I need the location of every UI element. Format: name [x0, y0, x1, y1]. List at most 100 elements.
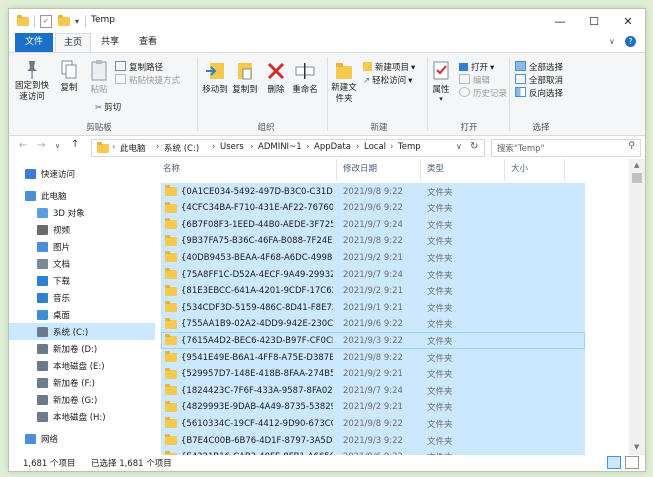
new-folder-quick-icon[interactable] [58, 14, 70, 26]
divider [85, 15, 87, 27]
properties-button[interactable]: 属性 ▾ [429, 59, 453, 103]
table-row[interactable]: {40DB9453-BEAA-4F68-A6DC-499889... 2021/9… [161, 249, 585, 267]
open-button[interactable]: 打开 ▾ [459, 61, 494, 73]
tab-share[interactable]: 共享 [93, 33, 127, 53]
copy-button[interactable]: 复制 [57, 59, 81, 93]
forward-arrow-icon[interactable]: → [37, 140, 45, 151]
sidebar-item[interactable]: 下载 [9, 272, 155, 289]
table-row[interactable]: {6B7F08F3-1EED-44B0-AEDE-3F72589... 2021/… [161, 216, 585, 234]
sidebar-item[interactable]: 音乐 [9, 289, 155, 306]
file-name: {B7E4C00B-6B76-4D1F-8797-3A5D10... [181, 435, 333, 446]
sidebar-item[interactable]: 3D 对象 [9, 204, 155, 221]
rename-button[interactable]: 重命名 [291, 59, 319, 95]
table-row[interactable]: {81E3EBCC-641A-4201-9CDF-17C62B... 2021/9… [161, 282, 585, 300]
table-row[interactable]: {9B37FA75-B36C-46FA-B088-7F24E3B... 2021/… [161, 232, 585, 250]
table-row[interactable]: {75A8FF1C-D52A-4ECF-9A49-299328... 2021/9… [161, 266, 585, 283]
sidebar-item[interactable]: 此电脑 [9, 187, 155, 204]
table-row[interactable]: {755AA1B9-02A2-4DD9-942E-230C06... 2021/9… [161, 315, 585, 333]
minimize-button[interactable]: — [543, 9, 577, 33]
vertical-scrollbar[interactable]: ▲ ▼ [629, 159, 645, 455]
copy-path-button[interactable]: 复制路径 [115, 61, 163, 73]
sidebar-item[interactable]: 图片 [9, 238, 155, 255]
scroll-down-arrow-icon[interactable]: ▼ [634, 443, 639, 451]
sidebar-item[interactable]: 桌面 [9, 306, 155, 323]
sidebar-item[interactable]: 文档 [9, 255, 155, 272]
file-type: 文件夹 [427, 270, 453, 281]
collapse-ribbon-icon[interactable]: ∨ [609, 37, 615, 46]
sidebar-item-label: 系统 (C:) [53, 327, 89, 338]
breadcrumb-appdata[interactable]: AppData [314, 142, 351, 152]
sidebar-item[interactable]: 新加卷 (G:) [9, 391, 155, 408]
sidebar-item[interactable]: 网络 [9, 430, 155, 447]
properties-quick-icon[interactable]: ✓ [40, 14, 52, 28]
new-folder-button[interactable]: 新建文件夹 [329, 59, 359, 105]
easy-access-button[interactable]: ↗ 轻松访问 ▾ [363, 74, 412, 86]
table-row[interactable]: {534CDF3D-5159-486C-8D41-F8E72E... 2021/9… [161, 299, 585, 317]
select-all-icon [515, 61, 526, 71]
column-header-name[interactable]: 名称 [155, 159, 337, 181]
move-to-button[interactable]: 移动到 [201, 59, 229, 95]
table-row[interactable]: {4CFC34BA-F710-431E-AF22-767606F... 2021/… [161, 199, 585, 217]
maximize-button[interactable]: ☐ [577, 9, 611, 33]
help-icon[interactable]: ? [625, 36, 636, 47]
refresh-icon[interactable]: ↻ [470, 141, 478, 152]
column-header-date[interactable]: 修改日期 [337, 159, 421, 181]
breadcrumb-users[interactable]: Users [220, 142, 244, 152]
table-row[interactable]: {9541E49E-B6A1-4FF8-A75E-D387BBF... 2021/… [161, 349, 585, 366]
search-input[interactable]: 搜索"Temp" ⚲ [491, 139, 641, 157]
cut-button[interactable]: ✂ 剪切 [95, 101, 121, 113]
select-none-button[interactable]: 全部取消 [515, 74, 563, 86]
tab-view[interactable]: 查看 [131, 33, 165, 53]
table-row[interactable]: {7615A4D2-BEC6-423D-B97F-CF0CD5... 2021/9… [161, 332, 585, 350]
column-header-type[interactable]: 类型 [421, 159, 505, 181]
sidebar-item[interactable]: 本地磁盘 (H:) [9, 408, 155, 425]
table-row[interactable]: {1824423C-7F6F-433A-9587-8FA0241... 2021/… [161, 382, 585, 400]
edit-button[interactable]: 编辑 [459, 74, 490, 86]
sidebar-item[interactable]: 新加卷 (D:) [9, 340, 155, 357]
sidebar-item[interactable]: 新加卷 (F:) [9, 374, 155, 391]
sidebar-item[interactable]: 本地磁盘 (E:) [9, 357, 155, 374]
sidebar-item[interactable]: 系统 (C:) [9, 323, 155, 340]
recent-locations-icon[interactable]: ∨ [55, 142, 60, 150]
paste-button[interactable]: 粘贴 [87, 59, 111, 95]
table-row[interactable]: {5610334C-19CF-4412-9D90-673CC8... 2021/9… [161, 415, 585, 433]
table-row[interactable]: {B7E4C00B-6B76-4D1F-8797-3A5D10... 2021/9… [161, 432, 585, 449]
sidebar-item[interactable]: 快速访问 [9, 165, 155, 182]
address-box[interactable]: › 此电脑 › 系统 (C:) › Users › ADMINI~1 › App… [91, 139, 485, 157]
easy-access-label: 轻松访问 [372, 76, 407, 86]
chevron-right-icon: › [356, 142, 360, 152]
scrollbar-thumb[interactable] [632, 173, 642, 183]
sidebar-item[interactable]: 视频 [9, 221, 155, 238]
table-row[interactable]: {0A1CE034-5492-497D-B3C0-C31DC4... 2021/9… [161, 183, 585, 200]
delete-button[interactable]: 删除 [265, 59, 287, 95]
scroll-up-arrow-icon[interactable]: ▲ [634, 161, 639, 169]
pin-quick-access-button[interactable]: 固定到快速访问 [15, 59, 49, 103]
table-row[interactable]: {4829993E-9DAB-4A49-8735-53829D... 2021/9… [161, 398, 585, 416]
tab-file[interactable]: 文件 [15, 33, 53, 53]
file-date: 2021/9/7 9:24 [343, 219, 403, 230]
history-button[interactable]: 历史记录 [459, 87, 507, 99]
breadcrumb-temp[interactable]: Temp [398, 142, 421, 152]
breadcrumb-admini[interactable]: ADMINI~1 [258, 142, 302, 152]
breadcrumb-this-pc[interactable]: 此电脑 [120, 142, 146, 154]
details-view-icon[interactable] [607, 456, 621, 469]
invert-selection-button[interactable]: 反向选择 [515, 87, 563, 99]
drive-icon [37, 377, 48, 388]
back-arrow-icon[interactable]: ← [19, 140, 27, 151]
select-all-button[interactable]: 全部选择 [515, 61, 563, 73]
address-dropdown-icon[interactable]: ∨ [456, 142, 462, 151]
folder-icon [165, 268, 177, 279]
search-icon[interactable]: ⚲ [628, 141, 635, 151]
copy-to-button[interactable]: 复制到 [231, 59, 259, 95]
close-button[interactable]: ✕ [611, 9, 645, 33]
breadcrumb-system-c[interactable]: 系统 (C:) [164, 142, 199, 154]
paste-shortcut-button[interactable]: 粘贴快捷方式 [115, 74, 180, 86]
large-icons-view-icon[interactable] [625, 456, 639, 469]
breadcrumb-local[interactable]: Local [364, 142, 386, 152]
up-arrow-icon[interactable]: ↑ [71, 139, 79, 150]
table-row[interactable]: {529957D7-148E-418B-8FAA-274B5B... 2021/9… [161, 365, 585, 383]
column-header-size[interactable]: 大小 [505, 159, 565, 181]
tab-home[interactable]: 主页 [55, 33, 91, 53]
new-item-button[interactable]: 新建项目 ▾ [363, 61, 415, 73]
customize-quick-access-icon[interactable]: ▾ [75, 17, 79, 26]
